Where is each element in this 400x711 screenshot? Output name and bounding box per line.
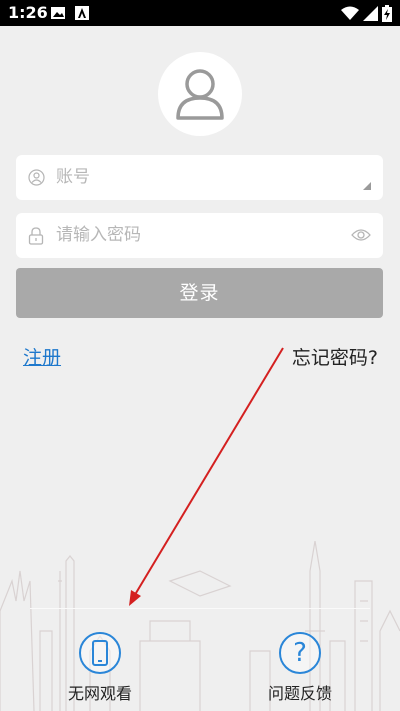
offline-watch-button[interactable]: 无网观看 bbox=[40, 632, 160, 704]
bottom-divider bbox=[30, 608, 370, 609]
account-placeholder: 账号 bbox=[56, 167, 90, 187]
feedback-label: 问题反馈 bbox=[267, 684, 332, 703]
wifi-icon bbox=[341, 6, 359, 20]
image-icon bbox=[51, 7, 65, 19]
question-circle: ? bbox=[279, 632, 321, 674]
password-placeholder: 请输入密码 bbox=[56, 225, 141, 245]
phone-icon bbox=[92, 640, 108, 666]
dropdown-triangle-icon[interactable] bbox=[363, 182, 371, 190]
question-icon: ? bbox=[293, 638, 307, 668]
forgot-password-link[interactable]: 忘记密码? bbox=[292, 343, 378, 370]
login-button[interactable]: 登录 bbox=[16, 268, 383, 318]
register-link[interactable]: 注册 bbox=[23, 343, 61, 370]
a-notification-icon bbox=[75, 6, 89, 20]
offline-watch-label: 无网观看 bbox=[67, 684, 132, 703]
user-outline-icon bbox=[28, 169, 45, 186]
lock-icon bbox=[28, 227, 44, 245]
password-field[interactable]: 请输入密码 bbox=[16, 213, 383, 258]
status-bar: 1:26 bbox=[0, 0, 400, 26]
feedback-button[interactable]: ? 问题反馈 bbox=[240, 632, 360, 704]
phone-circle bbox=[79, 632, 121, 674]
account-field[interactable]: 账号 bbox=[16, 155, 383, 200]
user-icon bbox=[176, 69, 224, 120]
battery-icon bbox=[382, 5, 392, 22]
avatar bbox=[158, 52, 242, 136]
eye-icon[interactable] bbox=[351, 228, 371, 242]
signal-icon bbox=[363, 6, 378, 21]
status-time: 1:26 bbox=[8, 3, 48, 22]
